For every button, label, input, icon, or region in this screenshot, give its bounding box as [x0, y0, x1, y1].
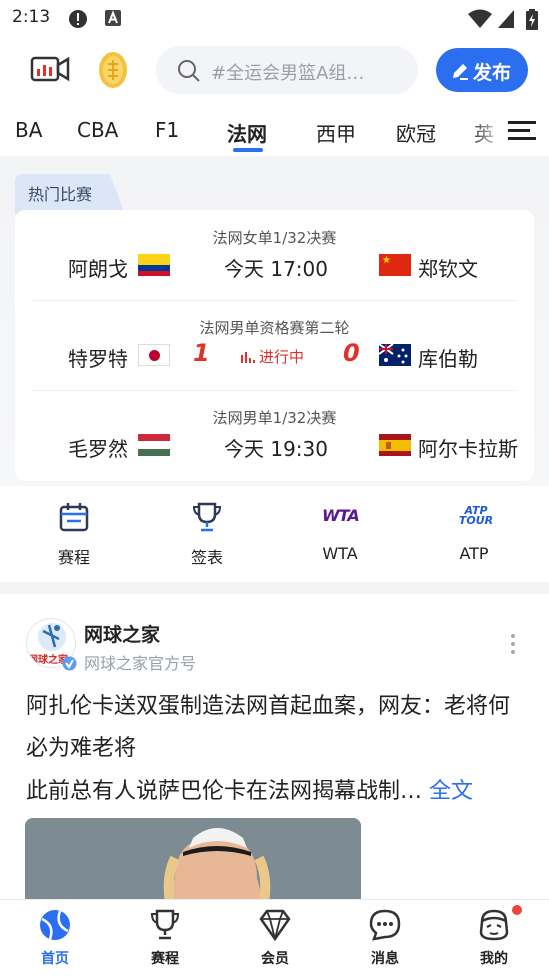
post-author[interactable]: 网球之家	[84, 620, 160, 647]
nav-label: 赛程	[151, 951, 179, 967]
quick-link-label: WTA	[322, 544, 358, 563]
nav-home[interactable]: 首页	[0, 900, 110, 977]
quick-link-label: 赛程	[57, 548, 90, 567]
full-text-link[interactable]: 全文	[429, 779, 473, 804]
right-player: 阿尔卡拉斯	[418, 437, 518, 461]
diamond-icon	[259, 909, 291, 942]
left-player: 阿朗戈	[68, 257, 128, 281]
quick-link-label: 签表	[190, 548, 223, 567]
hot-matches-label: 热门比赛	[28, 185, 93, 204]
quick-link-label: ATP	[459, 544, 489, 563]
nav-profile[interactable]: 我的	[439, 900, 549, 977]
top-bar: #全运会男篮A组… 发布	[0, 44, 549, 98]
wifi-icon	[468, 9, 492, 28]
match-stage: 法网男单1/32决赛	[212, 409, 337, 427]
china-flag-icon: ★	[379, 254, 411, 276]
signal-icon	[498, 10, 514, 28]
live-status: 进行中	[259, 348, 305, 366]
post-image[interactable]	[25, 818, 361, 908]
search-bar[interactable]: #全运会男篮A组…	[156, 46, 418, 94]
match-row[interactable]: 法网男单资格赛第二轮 特罗特 1 进行中 0 库伯勒	[15, 300, 534, 390]
chat-bubble-icon	[369, 909, 401, 941]
active-tab-indicator	[233, 148, 263, 152]
match-card: 法网女单1/32决赛 阿朗戈 今天 17:00 ★ 郑钦文 法网男单资格赛第二轮…	[15, 210, 534, 481]
right-player: 郑钦文	[418, 257, 478, 281]
tab-champions-league[interactable]: 欧冠	[396, 118, 436, 147]
quick-link-wta[interactable]: WTA WTA	[290, 496, 390, 576]
publish-label: 发布	[473, 62, 512, 84]
spain-flag-icon	[379, 434, 411, 456]
australia-flag-icon	[379, 344, 411, 366]
tab-f1[interactable]: F1	[155, 118, 179, 142]
japan-flag-icon	[138, 344, 170, 366]
hot-matches-section: 热门比赛 法网女单1/32决赛 阿朗戈 今天 17:00 ★ 郑钦文 法网男单资…	[0, 156, 549, 486]
quick-links: 赛程 签表 WTA WTA ATP TOUR ATP	[0, 496, 549, 576]
feed-post[interactable]: 网球之家 网球之家 网球之家官方号 阿扎伦卡送双蛋制造法网首起血案，网友：老将何…	[0, 596, 549, 908]
menu-icon[interactable]	[508, 120, 536, 142]
hungary-flag-icon	[138, 434, 170, 456]
tennis-ball-icon	[40, 910, 70, 940]
quick-link-draw[interactable]: 签表	[157, 496, 257, 576]
hot-matches-tag: 热门比赛	[15, 174, 125, 214]
nav-messages[interactable]: 消息	[330, 900, 440, 977]
live-signal-icon	[241, 352, 255, 363]
calendar-icon	[59, 503, 89, 532]
left-player: 特罗特	[68, 347, 128, 371]
alert-circle-icon	[69, 10, 87, 28]
battery-charging-icon	[526, 9, 538, 30]
match-time: 今天 19:30	[224, 437, 328, 461]
status-time: 2:13	[12, 7, 51, 27]
more-options-icon[interactable]	[506, 632, 520, 656]
status-bar: 2:13	[0, 0, 549, 36]
video-chart-icon[interactable]	[30, 54, 70, 84]
nav-schedule[interactable]: 赛程	[110, 900, 220, 977]
post-excerpt: 此前总有人说萨巴伦卡在法网揭幕战制…	[26, 779, 423, 804]
right-player: 库伯勒	[418, 347, 478, 371]
search-icon	[178, 60, 200, 82]
quick-link-schedule[interactable]: 赛程	[24, 496, 124, 576]
match-row[interactable]: 法网男单1/32决赛 毛罗然 今天 19:30 阿尔卡拉斯	[15, 390, 534, 480]
nav-label: 首页	[41, 951, 69, 967]
wta-logo-icon: WTA	[322, 506, 360, 525]
search-placeholder: #全运会男篮A组…	[211, 63, 365, 84]
tab-la-liga[interactable]: 西甲	[316, 118, 356, 147]
category-tabs: BA CBA F1 法网 西甲 欧冠 英	[0, 108, 549, 156]
tab-ba[interactable]: BA	[15, 118, 42, 142]
atp-tour-logo-icon: ATP TOUR	[458, 504, 494, 527]
nav-label: 我的	[480, 951, 508, 967]
nav-label: 消息	[371, 951, 399, 967]
post-excerpt-line: 此前总有人说萨巴伦卡在法网揭幕战制… 全文	[26, 772, 526, 812]
app-a-icon	[105, 10, 121, 26]
post-title[interactable]: 阿扎伦卡送双蛋制造法网首起血案，网友：老将何必为难老将	[26, 686, 526, 770]
match-time: 今天 17:00	[224, 257, 328, 281]
quick-link-atp[interactable]: ATP TOUR ATP	[424, 496, 524, 576]
bottom-nav: 首页 赛程 会员 消息 我的	[0, 899, 549, 977]
match-row[interactable]: 法网女单1/32决赛 阿朗戈 今天 17:00 ★ 郑钦文	[15, 210, 534, 300]
gold-coin-icon[interactable]	[96, 50, 130, 90]
profile-mascot-icon	[479, 909, 509, 941]
tab-cba[interactable]: CBA	[77, 118, 118, 142]
post-photo	[25, 818, 361, 908]
trophy-icon	[150, 909, 180, 940]
verified-badge-icon	[62, 656, 77, 671]
pen-icon	[453, 64, 468, 80]
left-score: 1	[193, 339, 210, 367]
right-score: 0	[343, 339, 360, 367]
colombia-flag-icon	[138, 254, 170, 276]
match-stage: 法网男单资格赛第二轮	[199, 319, 350, 337]
notification-badge	[512, 905, 522, 915]
left-player: 毛罗然	[68, 437, 128, 461]
match-stage: 法网女单1/32决赛	[212, 229, 337, 247]
section-gap	[0, 582, 549, 594]
post-author-subtitle: 网球之家官方号	[84, 654, 197, 673]
trophy-icon	[192, 502, 222, 532]
tab-french-open[interactable]: 法网	[227, 118, 267, 147]
nav-membership[interactable]: 会员	[220, 900, 330, 977]
publish-button[interactable]: 发布	[436, 48, 528, 92]
nav-label: 会员	[261, 951, 289, 967]
